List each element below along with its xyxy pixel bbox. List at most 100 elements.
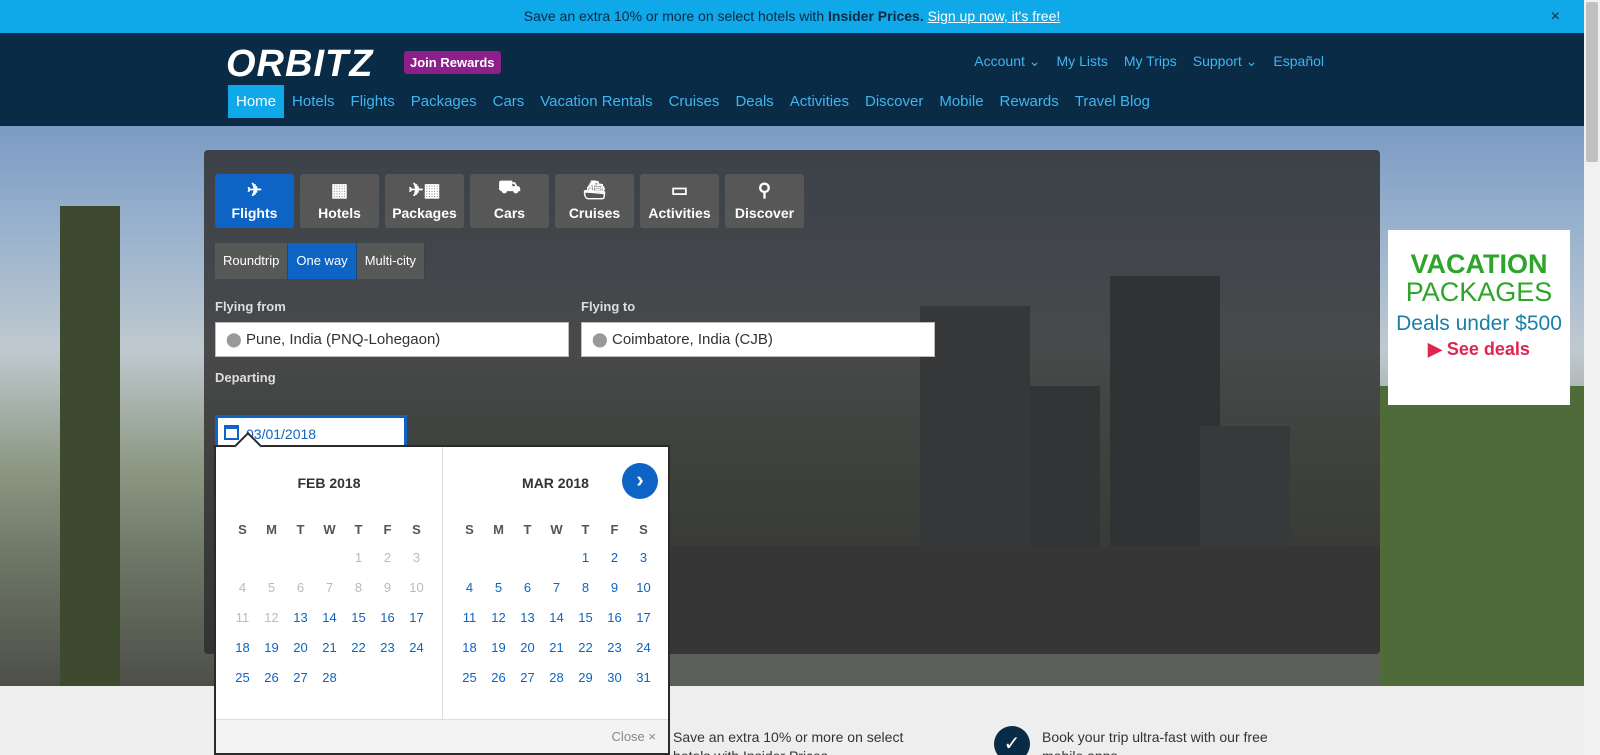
nav-flights[interactable]: Flights (343, 85, 403, 118)
calendar-day[interactable]: 23 (373, 633, 402, 663)
tab-cruises[interactable]: ⛴ Cruises (555, 174, 634, 228)
calendar-day[interactable]: 25 (455, 663, 484, 693)
join-rewards-button[interactable]: Join Rewards (404, 51, 501, 74)
calendar-day[interactable]: 26 (484, 663, 513, 693)
weekday-header: W (550, 522, 563, 537)
calendar-day: 12 (264, 610, 279, 625)
my-lists-link[interactable]: My Lists (1057, 53, 1108, 70)
calendar-day[interactable]: 2 (600, 543, 629, 573)
nav-packages[interactable]: Packages (403, 85, 485, 118)
calendar-day[interactable]: 28 (315, 663, 344, 693)
flying-to-field[interactable]: ⬤ Coimbatore, India (CJB) (581, 322, 935, 357)
espanol-link[interactable]: Español (1273, 53, 1324, 70)
nav-activities[interactable]: Activities (782, 85, 857, 118)
tab-hotels[interactable]: ▦ Hotels (300, 174, 379, 228)
nav-rewards[interactable]: Rewards (992, 85, 1067, 118)
tab-cars[interactable]: ⛟ Cars (470, 174, 549, 228)
calendar-day[interactable]: 21 (315, 633, 344, 663)
calendar-day[interactable]: 23 (600, 633, 629, 663)
calendar-day[interactable]: 22 (344, 633, 373, 663)
promo-signup-link[interactable]: Sign up now, it's free! (928, 8, 1061, 24)
calendar-day[interactable]: 20 (513, 633, 542, 663)
calendar-day[interactable]: 7 (542, 573, 571, 603)
nav-cruises[interactable]: Cruises (661, 85, 728, 118)
calendar-day[interactable]: 25 (228, 663, 257, 693)
nav-hotels[interactable]: Hotels (284, 85, 343, 118)
scrollbar-thumb[interactable] (1586, 2, 1598, 162)
calendar-day[interactable]: 13 (513, 603, 542, 633)
nav-vacation-rentals[interactable]: Vacation Rentals (532, 85, 660, 118)
flying-from-value: Pune, India (PNQ-Lohegaon) (246, 331, 441, 348)
calendar-day[interactable]: 9 (600, 573, 629, 603)
nav-mobile[interactable]: Mobile (931, 85, 991, 118)
calendar-day[interactable]: 20 (286, 633, 315, 663)
calendar-day[interactable]: 16 (373, 603, 402, 633)
flying-from-field[interactable]: ⬤ Pune, India (PNQ-Lohegaon) (215, 322, 569, 357)
calendar-day[interactable]: 30 (600, 663, 629, 693)
tab-discover[interactable]: ⚲ Discover (725, 174, 804, 228)
promo-close-icon[interactable]: × (1551, 0, 1560, 33)
calendar-day[interactable]: 18 (228, 633, 257, 663)
nav-cars[interactable]: Cars (485, 85, 533, 118)
nav-travel-blog[interactable]: Travel Blog (1067, 85, 1158, 118)
calendar-day: 8 (354, 580, 363, 595)
calendar-day[interactable]: 19 (257, 633, 286, 663)
calendar-day[interactable]: 14 (315, 603, 344, 633)
account-menu[interactable]: Account ⌄ (974, 53, 1040, 70)
calendar-day[interactable]: 3 (629, 543, 658, 573)
calendar-day[interactable]: 18 (455, 633, 484, 663)
nav-home[interactable]: Home (228, 85, 285, 118)
tab-label: Discover (734, 205, 795, 221)
calendar-day[interactable]: 11 (455, 603, 484, 633)
calendar-day[interactable]: 5 (484, 573, 513, 603)
calendar-day[interactable]: 31 (629, 663, 658, 693)
calendar-day[interactable]: 8 (571, 573, 600, 603)
calendar-day[interactable]: 6 (513, 573, 542, 603)
calendar-day[interactable]: 17 (629, 603, 658, 633)
tab-flights[interactable]: ✈ Flights (215, 174, 294, 228)
tab-packages[interactable]: ✈▦ Packages (385, 174, 464, 228)
calendar-day[interactable]: 29 (571, 663, 600, 693)
see-deals-link[interactable]: ▶ See deals (1388, 339, 1570, 360)
my-trips-link[interactable]: My Trips (1124, 53, 1177, 70)
calendar-day[interactable]: 10 (629, 573, 658, 603)
calendar-day[interactable]: 24 (402, 633, 431, 663)
weekday-header: S (465, 522, 474, 537)
orbitz-logo[interactable]: ORBITZ (226, 43, 373, 86)
calendar-day[interactable]: 21 (542, 633, 571, 663)
calendar-day[interactable]: 27 (513, 663, 542, 693)
roundtrip-button[interactable]: Roundtrip (215, 243, 289, 279)
site-header: ORBITZ Join Rewards Account ⌄ My Lists M… (0, 33, 1584, 126)
multi-city-button[interactable]: Multi-city (356, 243, 425, 279)
calendar-day[interactable]: 16 (600, 603, 629, 633)
tab-activities[interactable]: ▭ Activities (640, 174, 719, 228)
calendar-day[interactable]: 15 (571, 603, 600, 633)
nav-deals[interactable]: Deals (727, 85, 781, 118)
calendar-day[interactable]: 17 (402, 603, 431, 633)
weekday-header: T (296, 522, 305, 537)
nav-discover[interactable]: Discover (857, 85, 931, 118)
calendar-day[interactable]: 22 (571, 633, 600, 663)
support-menu[interactable]: Support ⌄ (1193, 53, 1258, 70)
hero-foliage (1380, 386, 1584, 686)
ad-line-3: Deals under $500 (1396, 312, 1562, 335)
calendar-day[interactable]: 14 (542, 603, 571, 633)
calendar-day[interactable]: 1 (571, 543, 600, 573)
calendar-day[interactable]: 12 (484, 603, 513, 633)
calendar-day[interactable]: 19 (484, 633, 513, 663)
next-month-button[interactable]: › (622, 463, 658, 499)
promo-text: Save an extra 10% or more on select hote… (523, 8, 829, 24)
close-button[interactable]: Close × (612, 729, 656, 744)
calendar-day[interactable]: 26 (257, 663, 286, 693)
promo-strong: Insider Prices. (828, 8, 924, 24)
calendar-day[interactable]: 28 (542, 663, 571, 693)
calendar-day[interactable]: 13 (286, 603, 315, 633)
weekday-header: S (639, 522, 648, 537)
calendar-day[interactable]: 4 (455, 573, 484, 603)
calendar-day[interactable]: 15 (344, 603, 373, 633)
calendar-day[interactable]: 24 (629, 633, 658, 663)
scrollbar[interactable] (1584, 0, 1600, 755)
one-way-button[interactable]: One way (288, 243, 357, 279)
vacation-packages-ad[interactable]: VACATION PACKAGES Deals under $500 ▶ See… (1388, 230, 1570, 405)
calendar-day[interactable]: 27 (286, 663, 315, 693)
